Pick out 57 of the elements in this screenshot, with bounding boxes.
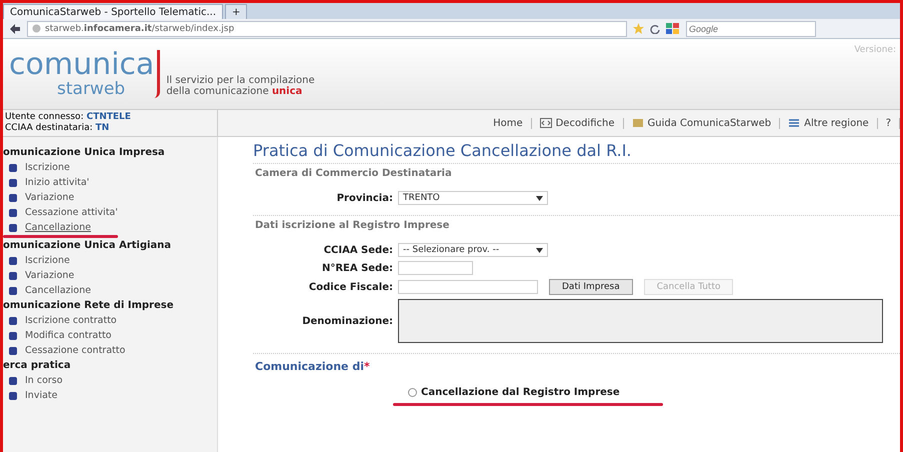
menu-item[interactable]: Iscrizione contratto [3,313,217,328]
back-icon[interactable] [9,22,21,34]
tagline: della comunicazione unica [166,86,302,97]
section-heading: Comunicazione di* [253,353,900,373]
menu-item[interactable]: Cancellazione [3,283,217,298]
star-icon[interactable] [633,23,644,34]
menu-item[interactable]: Iscrizione [3,160,217,175]
browser-tab[interactable]: ComunicaStarweb - Sportello Telematic... [3,4,224,19]
menu-group-title: erca pratica [3,360,72,371]
menu-group-title: omunicazione Unica Artigiana [3,240,172,251]
menu-item[interactable]: Cancellazione [3,220,217,235]
field-label: Codice Fiscale: [308,282,393,292]
toolbar-link[interactable]: Guida ComunicaStarweb [624,118,780,128]
field-label: CCIAA Sede: [322,244,393,256]
page-title: Pratica di Comunicazione Cancellazione dal R.I. [253,141,633,160]
menu-item[interactable]: Iscrizione [3,253,217,268]
search-engine-icon[interactable] [666,23,680,34]
menu-item[interactable]: Inizio attivita' [3,175,217,190]
toolbar-link[interactable]: Altre regione [780,118,878,128]
form-button[interactable]: Dati Impresa [549,279,633,295]
browser-tab[interactable]: + [225,4,248,19]
menu-item[interactable]: Variazione [3,268,217,283]
user-info: Utente connesso: CTNTELE [5,112,132,123]
reload-icon[interactable] [650,24,660,34]
menu-item[interactable]: Modifica contratto [3,328,217,343]
section-heading: Dati iscrizione al Registro Imprese [253,215,900,235]
book-icon [632,118,644,128]
rea-field[interactable] [398,261,473,275]
address-field[interactable]: starweb.infocamera.it/starweb/index.jsp [27,20,627,36]
menu-group-title: omunicazione Rete di Imprese [3,300,174,311]
radio-option[interactable]: Cancellazione dal Registro Imprese [408,387,900,398]
section-heading: Camera di Commercio Destinataria [253,163,900,183]
toolbar-link[interactable]: Home [485,118,532,128]
field-label: N°REA Sede: [320,262,393,274]
logo: comunica starweb [9,50,160,98]
tagline: Il servizio per la compilazione [166,75,315,86]
field-label: Provincia: [336,192,393,204]
menu-item[interactable]: Cessazione contratto [3,343,217,358]
url-text: starweb.infocamera.it/starweb/index.jsp [45,24,234,34]
tax-code-field[interactable] [398,280,538,294]
menu-item[interactable]: Inviate [3,388,217,403]
chamber-info: CCIAA destinataria: TN [5,123,110,134]
menu-group-title: omunicazione Unica Impresa [3,147,166,158]
chamber-select[interactable]: -- Selezionare prov. -- [398,243,548,257]
menu-item[interactable]: Cessazione attivita' [3,205,217,220]
caret-icon [536,196,543,200]
toolbar-link[interactable]: Decodifiche [532,118,624,128]
code-icon [540,118,552,128]
version-label: Versione: [854,45,896,55]
menu-item[interactable]: In corso [3,373,217,388]
menu-item[interactable]: Variazione [3,190,217,205]
name-field[interactable] [398,299,883,343]
caret-icon [536,248,543,252]
province-select[interactable]: TRENTO [398,191,548,205]
field-label: Denominazione: [301,316,393,326]
search-field[interactable]: Google [686,20,816,36]
help-link[interactable]: ? [878,118,900,128]
